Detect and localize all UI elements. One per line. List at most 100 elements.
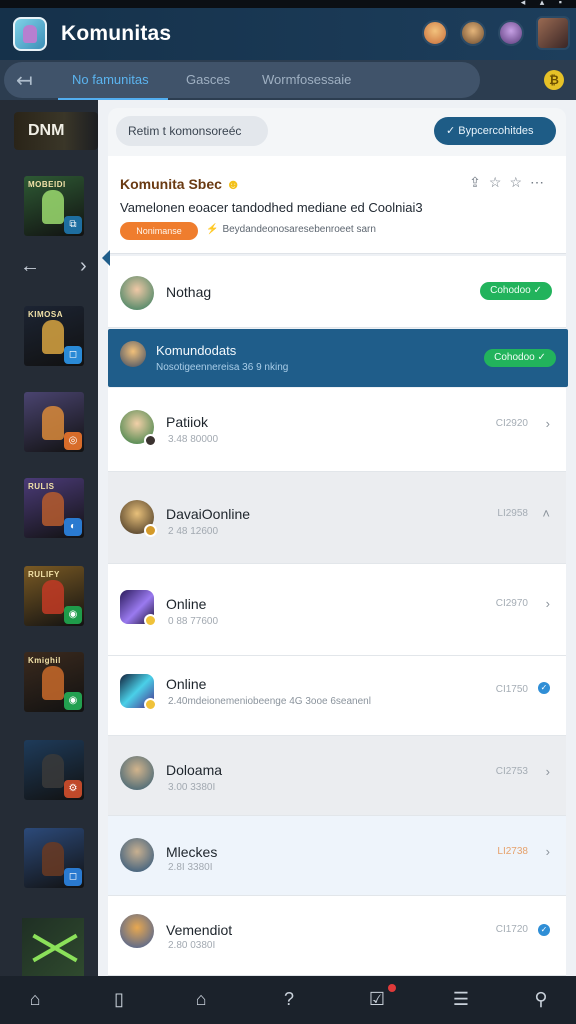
list-item[interactable]: Patiiok 3.48 80000 CI2920 ›: [108, 388, 566, 472]
list-item[interactable]: Nothag Cohodoo ✓: [108, 256, 566, 328]
pages-icon[interactable]: ▯: [108, 988, 130, 1010]
community-name: Patiiok: [166, 414, 209, 430]
status-dot: [144, 524, 157, 537]
main-panel: Retim t komonsoreéc ✓ Bypcercohitdes Kom…: [98, 100, 576, 976]
search-chip[interactable]: Retim t komonsoreéc: [116, 116, 268, 146]
thumbnail-figure: [42, 666, 64, 700]
menu-icon[interactable]: ☰: [450, 988, 472, 1010]
avatar: [120, 500, 157, 537]
star-icon[interactable]: ☆: [489, 174, 510, 190]
avatar: [120, 590, 157, 627]
chevron-right-icon[interactable]: ›: [546, 416, 550, 431]
game-thumbnail[interactable]: ⚙: [24, 740, 84, 800]
help-icon[interactable]: ?: [278, 988, 300, 1010]
app-bar: Komunitas: [0, 8, 576, 60]
app-title: Komunitas: [61, 22, 172, 45]
list-item[interactable]: Online 0 88 77600 CI2970 ›: [108, 564, 566, 656]
verified-icon: ✓: [538, 682, 550, 694]
game-thumbnail[interactable]: Kmighil ◉: [24, 652, 84, 712]
prev-arrow-icon[interactable]: ←: [20, 255, 40, 278]
back-arrow-icon[interactable]: ↤: [16, 68, 33, 93]
thumbnail-title: RULIFY: [28, 570, 60, 579]
community-code: CI2920: [495, 418, 528, 429]
thumbnail-figure: [42, 754, 64, 788]
badge-icon: ◐: [64, 518, 82, 536]
share-icon[interactable]: ⇪: [469, 174, 489, 190]
tab-games[interactable]: Gasces: [186, 72, 230, 87]
list-item[interactable]: Online 2.40mdeionemeniobeenge 4G 3ooe 6s…: [108, 656, 566, 736]
game-thumbnail[interactable]: RULIFY ◉: [24, 566, 84, 626]
featured-title: Komunita Sbec ☻: [120, 176, 241, 192]
avatar[interactable]: [422, 20, 448, 46]
community-code: CI2753: [495, 766, 528, 777]
tasks-icon[interactable]: ☑: [366, 988, 388, 1010]
thumbnail-figure: [42, 406, 64, 440]
community-name: Komundodats: [156, 343, 237, 358]
community-meta: 0 88 77600: [168, 616, 219, 627]
chevron-right-icon[interactable]: ›: [546, 844, 550, 859]
chevron-right-icon[interactable]: ›: [546, 764, 550, 779]
status-dot: [144, 614, 157, 627]
notification-dot: [388, 984, 396, 992]
game-thumbnail[interactable]: MOBEIDI ⧉: [24, 176, 84, 236]
featured-community-card[interactable]: Komunita Sbec ☻ ⇪☆☆⋯ Vamelonen eoacer tan…: [108, 156, 566, 254]
community-meta: Nosotigeennereisa 36 9 nking: [156, 362, 289, 373]
community-name: Online: [166, 596, 207, 612]
search-icon[interactable]: ⚲: [530, 988, 552, 1010]
joined-button[interactable]: Cohodoo ✓: [484, 349, 556, 367]
list-item[interactable]: DavaiOonline 2 48 12600 LI2958 ˄: [108, 472, 566, 564]
list-item[interactable]: Vemendiot 2.80 0380I CI1720 ✓: [108, 896, 566, 976]
thumbnail-title: Kmighil: [28, 656, 61, 665]
selected-list-item[interactable]: Komundodats Nosotigeennereisa 36 9 nking…: [108, 329, 568, 387]
community-code: LI2958: [497, 508, 528, 519]
status-bar: ◂ ▴ ▪: [0, 0, 576, 8]
subscribe-button[interactable]: ✓ Bypcercohitdes: [434, 117, 556, 145]
build-icon[interactable]: ⌂: [190, 988, 212, 1010]
community-name: Nothag: [166, 284, 212, 300]
community-name: Vemendiot: [166, 922, 233, 938]
avatar: [120, 838, 154, 872]
system-icons: ◂ ▴ ▪: [520, 0, 568, 7]
status-dot: [144, 434, 157, 447]
star-icon[interactable]: ☆: [509, 174, 530, 190]
game-thumbnail[interactable]: KIMOSA ◻: [24, 306, 84, 366]
profile-avatar[interactable]: [536, 16, 570, 50]
game-thumbnail[interactable]: [22, 918, 84, 976]
app-logo[interactable]: [13, 17, 47, 51]
game-thumbnail[interactable]: ◻: [24, 828, 84, 888]
game-thumbnail[interactable]: ◎: [24, 392, 84, 452]
avatar: [120, 914, 154, 948]
badge-icon: ◎: [64, 432, 82, 450]
coin-icon[interactable]: ₿: [544, 70, 564, 90]
community-code: LI2738: [497, 846, 528, 857]
avatar[interactable]: [498, 20, 524, 46]
list-item[interactable]: Mleckes 2.8I 3380I LI2738 ›: [108, 816, 566, 896]
featured-note-text: Beydandeonosaresebenroeet sarn: [222, 224, 376, 235]
tab-other[interactable]: Wormfosessaie: [262, 72, 351, 87]
more-icon[interactable]: ⋯: [530, 174, 552, 190]
featured-tag[interactable]: Nonimanse: [120, 222, 198, 240]
thumbnail-title: MOBEIDI: [28, 180, 66, 189]
sidebar-logo[interactable]: DNM: [14, 112, 98, 150]
thumbnail-title: RULIS: [28, 482, 55, 491]
community-name: Online: [166, 676, 207, 692]
avatar: [120, 674, 157, 711]
list-item[interactable]: Doloama 3.00 3380I CI2753 ›: [108, 736, 566, 816]
next-arrow-icon[interactable]: ›: [80, 255, 87, 278]
avatar[interactable]: [460, 20, 486, 46]
game-thumbnail[interactable]: RULIS ◐: [24, 478, 84, 538]
header-avatars: [410, 16, 570, 50]
chevron-right-icon[interactable]: ›: [546, 596, 550, 611]
home-icon[interactable]: ⌂: [24, 988, 46, 1010]
badge-icon: ◉: [64, 606, 82, 624]
community-meta: 3.00 3380I: [168, 782, 216, 793]
bottom-navigation: ⌂ ▯ ⌂ ? ☑ ☰ ⚲: [0, 976, 576, 1024]
featured-title-text: Komunita Sbec: [120, 176, 222, 192]
chevron-up-icon[interactable]: ˄: [542, 506, 550, 521]
featured-subtitle: Vamelonen eoacer tandodhed mediane ed Co…: [120, 200, 423, 215]
sidebar-pager: ← ›: [0, 255, 98, 278]
tab-komunitas[interactable]: No famunitas: [72, 72, 149, 87]
joined-button[interactable]: Cohodoo ✓: [480, 282, 552, 300]
community-code: CI1720: [495, 924, 528, 935]
smile-icon: ☻: [225, 176, 241, 192]
